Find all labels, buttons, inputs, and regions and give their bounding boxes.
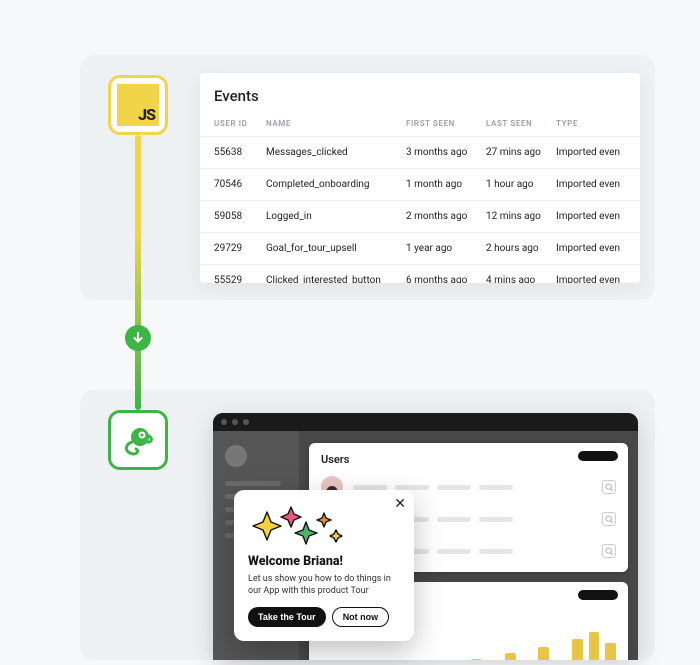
- users-panel-title: Users: [321, 453, 616, 466]
- table-row[interactable]: 55638Messages_clicked3 months ago27 mins…: [200, 137, 640, 169]
- cell-ls: 12 mins ago: [480, 201, 550, 233]
- cell-fs: 2 months ago: [400, 201, 480, 233]
- welcome-popup: ✕ Welcome Briana! Let us show you how to…: [234, 490, 414, 641]
- col-header-firstseen: FIRST SEEN: [400, 115, 480, 137]
- cell-name: Logged_in: [260, 201, 400, 233]
- cell-type: Imported even: [550, 137, 640, 169]
- cell-fs: 1 month ago: [400, 169, 480, 201]
- search-icon[interactable]: [602, 512, 616, 526]
- cell-fs: 6 months ago: [400, 265, 480, 284]
- cell-id: 59058: [200, 201, 260, 233]
- events-title: Events: [200, 73, 640, 115]
- not-now-button[interactable]: Not now: [332, 607, 390, 627]
- javascript-icon: JS: [117, 84, 159, 126]
- cell-id: 55529: [200, 265, 260, 284]
- cell-type: Imported even: [550, 265, 640, 284]
- events-table-card: Events USER ID NAME FIRST SEEN LAST SEEN…: [200, 73, 640, 283]
- chameleon-icon: [118, 420, 158, 460]
- cell-type: Imported even: [550, 233, 640, 265]
- bar: [538, 647, 549, 660]
- sparkles-icon: [248, 504, 400, 548]
- cell-id: 55638: [200, 137, 260, 169]
- table-row[interactable]: 55529Clicked_interested_button6 months a…: [200, 265, 640, 284]
- window-titlebar: [213, 413, 638, 431]
- search-icon[interactable]: [602, 480, 616, 494]
- cell-type: Imported even: [550, 169, 640, 201]
- panel-action-pill[interactable]: [578, 451, 618, 461]
- bar: [505, 653, 516, 660]
- cell-type: Imported even: [550, 201, 640, 233]
- chameleon-tile: [108, 410, 168, 470]
- col-header-lastseen: LAST SEEN: [480, 115, 550, 137]
- cell-name: Goal_for_tour_upsell: [260, 233, 400, 265]
- javascript-tile: JS: [108, 75, 168, 135]
- bar: [605, 643, 616, 661]
- cell-fs: 3 months ago: [400, 137, 480, 169]
- cell-name: Completed_onboarding: [260, 169, 400, 201]
- connector-arrow-icon: [125, 325, 151, 351]
- table-row[interactable]: 59058Logged_in2 months ago12 mins agoImp…: [200, 201, 640, 233]
- bar: [572, 639, 583, 660]
- popup-heading: Welcome Briana!: [248, 554, 400, 569]
- cell-ls: 27 mins ago: [480, 137, 550, 169]
- cell-name: Clicked_interested_button: [260, 265, 400, 284]
- cell-ls: 4 mins ago: [480, 265, 550, 284]
- popup-body: Let us show you how to do things in our …: [248, 573, 400, 597]
- cell-name: Messages_clicked: [260, 137, 400, 169]
- table-row[interactable]: 29729Goal_for_tour_upsell1 year ago2 hou…: [200, 233, 640, 265]
- bar: [471, 659, 482, 660]
- bar: [589, 632, 600, 660]
- col-header-name: NAME: [260, 115, 400, 137]
- sidebar-avatar-icon: [225, 445, 247, 467]
- take-tour-button[interactable]: Take the Tour: [248, 607, 326, 627]
- cell-ls: 1 hour ago: [480, 169, 550, 201]
- connector-line: [135, 135, 141, 410]
- col-header-userid: USER ID: [200, 115, 260, 137]
- events-table: USER ID NAME FIRST SEEN LAST SEEN TYPE 5…: [200, 115, 640, 283]
- cell-ls: 2 hours ago: [480, 233, 550, 265]
- table-row[interactable]: 70546Completed_onboarding1 month ago1 ho…: [200, 169, 640, 201]
- cell-id: 29729: [200, 233, 260, 265]
- search-icon[interactable]: [602, 544, 616, 558]
- cell-fs: 1 year ago: [400, 233, 480, 265]
- col-header-type: TYPE: [550, 115, 640, 137]
- panel-action-pill[interactable]: [578, 590, 618, 600]
- javascript-label: JS: [138, 105, 155, 124]
- cell-id: 70546: [200, 169, 260, 201]
